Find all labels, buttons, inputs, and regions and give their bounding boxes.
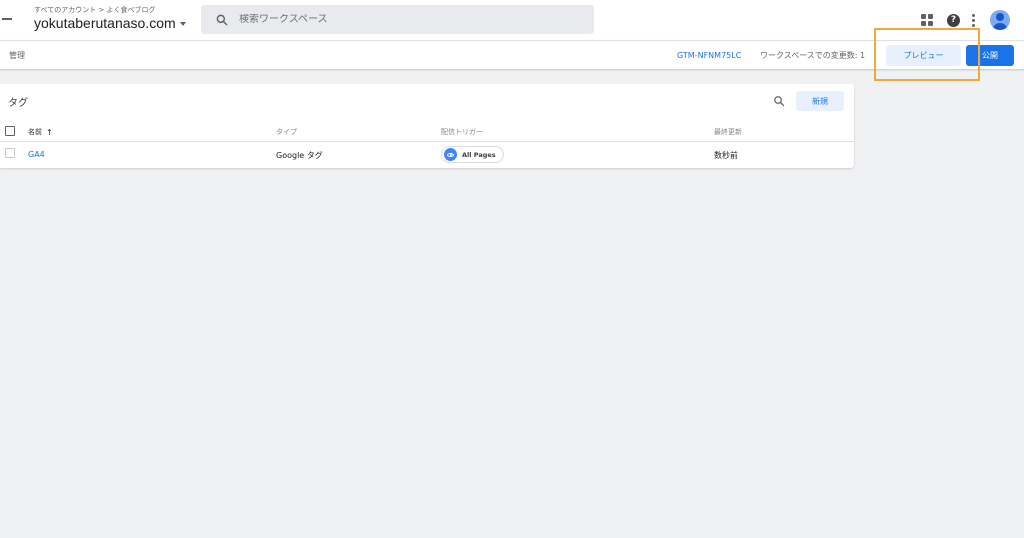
more-vert-icon[interactable] xyxy=(972,13,976,27)
tag-name-link[interactable]: GA4 xyxy=(28,150,45,159)
column-header-name[interactable]: 名前 ↑ xyxy=(28,127,53,137)
tag-type: Google タグ xyxy=(276,151,323,160)
container-id-link[interactable]: GTM-NFNM75LC xyxy=(677,51,741,60)
trigger-chip[interactable]: All Pages xyxy=(441,146,504,163)
top-icons: ? xyxy=(921,10,1010,30)
publish-button[interactable]: 公開 xyxy=(966,45,1014,66)
admin-tab[interactable]: 管理 xyxy=(9,50,25,61)
last-updated: 数秒前 xyxy=(714,151,738,160)
row-checkbox[interactable] xyxy=(5,148,15,158)
account-avatar-icon[interactable] xyxy=(990,10,1010,30)
column-header-type[interactable]: タイプ xyxy=(276,127,297,137)
arrow-up-icon: ↑ xyxy=(46,127,53,137)
table-header: 名前 ↑ タイプ 配信トリガー 最終更新 xyxy=(0,122,854,142)
table-row[interactable]: GA4 Google タグ All Pages 数秒前 xyxy=(0,142,854,163)
breadcrumb[interactable]: すべてのアカウント > よく食べブログ xyxy=(34,5,156,15)
help-icon[interactable]: ? xyxy=(947,13,960,27)
caret-down-icon xyxy=(179,22,186,26)
menu-icon[interactable] xyxy=(2,18,12,20)
search-icon[interactable] xyxy=(773,95,785,107)
account-selector[interactable]: yokutaberutanaso.com xyxy=(34,15,186,31)
preview-button[interactable]: プレビュー xyxy=(886,45,961,66)
workspace-search[interactable] xyxy=(201,5,594,34)
tags-panel: タグ 新規 名前 ↑ タイプ 配信トリガー 最終更新 GA4 Google タグ… xyxy=(0,84,854,168)
workspace-changes: ワークスペースでの変更数: 1 xyxy=(760,51,866,60)
account-name: yokutaberutanaso.com xyxy=(34,15,176,31)
tags-table: 名前 ↑ タイプ 配信トリガー 最終更新 GA4 Google タグ All P… xyxy=(0,122,854,163)
select-all-checkbox[interactable] xyxy=(5,126,15,136)
column-header-trigger[interactable]: 配信トリガー xyxy=(441,127,483,137)
search-input[interactable] xyxy=(239,14,539,25)
eye-icon xyxy=(444,148,457,161)
apps-icon[interactable] xyxy=(921,14,933,26)
trigger-label: All Pages xyxy=(462,150,496,159)
column-header-updated[interactable]: 最終更新 xyxy=(714,127,742,137)
top-header: すべてのアカウント > よく食べブログ yokutaberutanaso.com… xyxy=(0,0,1024,40)
new-tag-button[interactable]: 新規 xyxy=(796,91,844,111)
panel-title: タグ xyxy=(8,98,28,109)
column-label: 名前 xyxy=(28,128,42,136)
workspace-toolbar: 管理 GTM-NFNM75LC ワークスペースでの変更数: 1 プレビュー 公開 xyxy=(0,40,1024,69)
search-icon xyxy=(216,14,228,25)
